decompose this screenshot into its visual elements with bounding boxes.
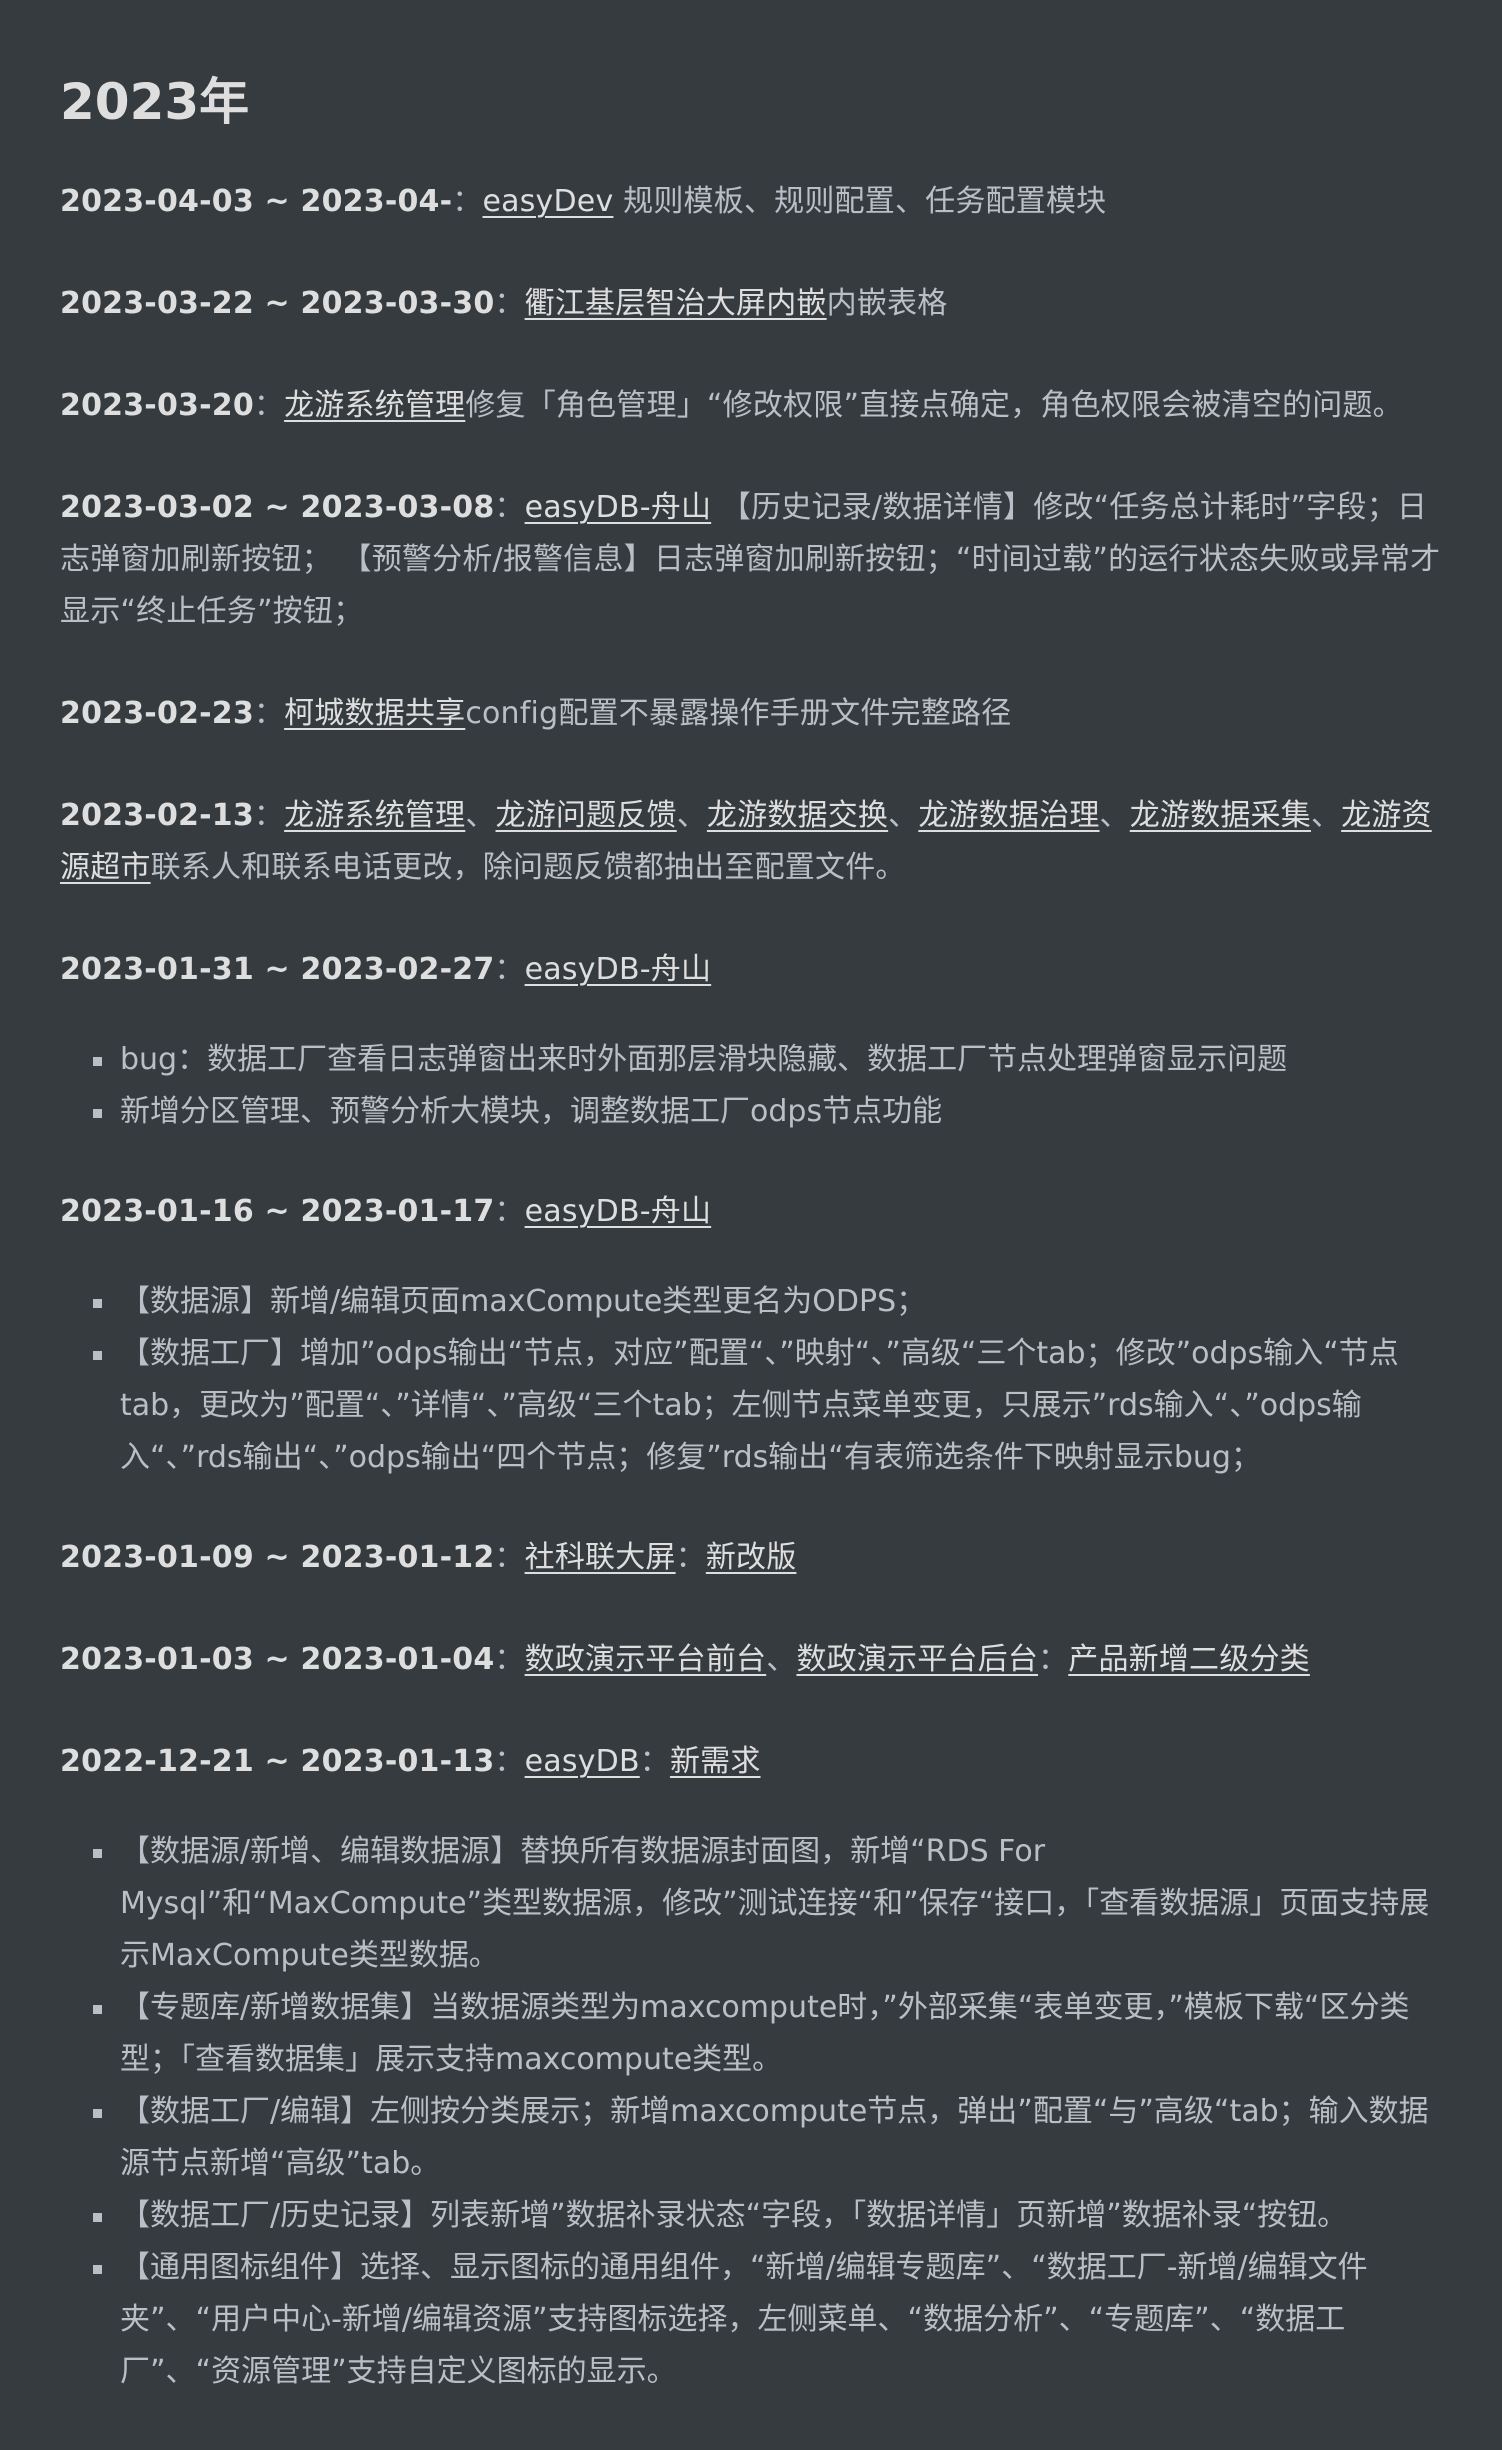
- project-link[interactable]: easyDB: [525, 1744, 640, 1779]
- bullet: [93, 2109, 102, 2118]
- project-link[interactable]: 产品新增二级分类: [1068, 1642, 1310, 1677]
- log-entry: 2023-01-03 ~ 2023-01-04：数政演示平台前台、数政演示平台后…: [60, 1642, 1310, 1677]
- project-link[interactable]: easyDB-舟山: [525, 490, 712, 525]
- entry-text: config配置不暴露操作手册文件完整路径: [465, 696, 1012, 731]
- project-link[interactable]: 龙游系统管理: [284, 798, 465, 833]
- entry-date: 2023-02-23: [60, 696, 254, 731]
- project-link[interactable]: 龙游数据采集: [1130, 798, 1311, 833]
- bullet: [93, 1351, 102, 1360]
- list-item: 【数据工厂】增加”odps输出“节点，对应”配置“、”映射“、”高级“三个tab…: [93, 1328, 1442, 1484]
- list-item: 【通用图标组件】选择、显示图标的通用组件，“新增/编辑专题库”、“数据工厂-新增…: [93, 2242, 1442, 2398]
- bullet: [93, 1057, 102, 1066]
- list-item: 新增分区管理、预警分析大模块，调整数据工厂odps节点功能: [93, 1086, 1442, 1138]
- entry-list: 【数据源/新增、编辑数据源】替换所有数据源封面图，新增“RDS For Mysq…: [60, 1826, 1442, 2398]
- bullet: [93, 1299, 102, 1308]
- project-link[interactable]: easyDev: [482, 184, 613, 219]
- bullet: [93, 2005, 102, 2014]
- entry-list: 【数据源】新增/编辑页面maxCompute类型更名为ODPS； 【数据工厂】增…: [60, 1276, 1442, 1484]
- year-heading: 2023年: [60, 73, 250, 131]
- project-link[interactable]: 龙游数据交换: [707, 798, 888, 833]
- project-link[interactable]: easyDB-舟山: [525, 952, 712, 987]
- log-entry: 2023-03-22 ~ 2023-03-30：衢江基层智治大屏内嵌内嵌表格: [60, 286, 948, 321]
- log-entry: 2023-04-03 ~ 2023-04-：easyDev 规则模板、规则配置、…: [60, 184, 1107, 219]
- entry-text: 规则模板、规则配置、任务配置模块: [613, 184, 1107, 219]
- project-link[interactable]: 新改版: [706, 1540, 797, 1575]
- entry-date: 2023-04-03 ~ 2023-04-: [60, 184, 453, 219]
- log-entry: 2023-01-09 ~ 2023-01-12：社科联大屏：新改版: [60, 1540, 797, 1575]
- list-item: 【数据源】新增/编辑页面maxCompute类型更名为ODPS；: [93, 1276, 1442, 1328]
- project-link[interactable]: easyDB-舟山: [525, 1194, 712, 1229]
- entry-date: 2023-03-20: [60, 388, 254, 423]
- log-entry: 2023-03-02 ~ 2023-03-08：easyDB-舟山 【历史记录/…: [60, 490, 1441, 629]
- entry-text: 内嵌表格: [826, 286, 948, 321]
- bullet: [93, 2213, 102, 2222]
- project-link[interactable]: 龙游系统管理: [284, 388, 465, 423]
- log-entry: 2023-03-20：龙游系统管理修复「角色管理」“修改权限”直接点确定，角色权…: [60, 388, 1403, 423]
- list-item: 【专题库/新增数据集】当数据源类型为maxcompute时，”外部采集“表单变更…: [93, 1982, 1442, 2086]
- entry-date: 2023-02-13: [60, 798, 254, 833]
- project-link[interactable]: 柯城数据共享: [284, 696, 465, 731]
- entry-date: 2023-01-16 ~ 2023-01-17: [60, 1194, 495, 1229]
- project-link[interactable]: 社科联大屏: [525, 1540, 676, 1575]
- entry-date: 2023-03-02 ~ 2023-03-08: [60, 490, 495, 525]
- bullet: [93, 2265, 102, 2274]
- document: 2023年 2023-04-03 ~ 2023-04-：easyDev 规则模板…: [0, 0, 1502, 2398]
- log-entry: 2023-01-31 ~ 2023-02-27：easyDB-舟山: [60, 952, 712, 987]
- project-link[interactable]: 衢江基层智治大屏内嵌: [525, 286, 827, 321]
- bullet: [93, 1109, 102, 1118]
- log-entry: 2023-02-13：龙游系统管理、龙游问题反馈、龙游数据交换、龙游数据治理、龙…: [60, 798, 1432, 885]
- list-item: bug：数据工厂查看日志弹窗出来时外面那层滑块隐藏、数据工厂节点处理弹窗显示问题: [93, 1034, 1442, 1086]
- project-link[interactable]: 新需求: [670, 1744, 761, 1779]
- entry-date: 2023-01-03 ~ 2023-01-04: [60, 1642, 495, 1677]
- entry-list: bug：数据工厂查看日志弹窗出来时外面那层滑块隐藏、数据工厂节点处理弹窗显示问题…: [60, 1034, 1442, 1138]
- list-item: 【数据工厂/编辑】左侧按分类展示；新增maxcompute节点，弹出”配置“与”…: [93, 2086, 1442, 2190]
- entry-date: 2023-01-09 ~ 2023-01-12: [60, 1540, 495, 1575]
- log-entry: 2023-02-23：柯城数据共享config配置不暴露操作手册文件完整路径: [60, 696, 1012, 731]
- project-link[interactable]: 数政演示平台前台: [525, 1642, 767, 1677]
- list-item: 【数据源/新增、编辑数据源】替换所有数据源封面图，新增“RDS For Mysq…: [93, 1826, 1442, 1982]
- project-link[interactable]: 龙游数据治理: [918, 798, 1099, 833]
- project-link[interactable]: 龙游问题反馈: [496, 798, 677, 833]
- entry-date: 2023-01-31 ~ 2023-02-27: [60, 952, 495, 987]
- project-link[interactable]: 数政演示平台后台: [796, 1642, 1038, 1677]
- log-entry: 2023-01-16 ~ 2023-01-17：easyDB-舟山: [60, 1194, 712, 1229]
- entry-text: 修复「角色管理」“修改权限”直接点确定，角色权限会被清空的问题。: [465, 388, 1403, 423]
- entry-text: 联系人和联系电话更改，除问题反馈都抽出至配置文件。: [150, 850, 906, 885]
- entry-date: 2022-12-21 ~ 2023-01-13: [60, 1744, 495, 1779]
- list-item: 【数据工厂/历史记录】列表新增”数据补录状态“字段，「数据详情」页新增”数据补录…: [93, 2190, 1442, 2242]
- log-entry: 2022-12-21 ~ 2023-01-13：easyDB：新需求: [60, 1744, 761, 1779]
- bullet: [93, 1849, 102, 1858]
- entry-date: 2023-03-22 ~ 2023-03-30: [60, 286, 495, 321]
